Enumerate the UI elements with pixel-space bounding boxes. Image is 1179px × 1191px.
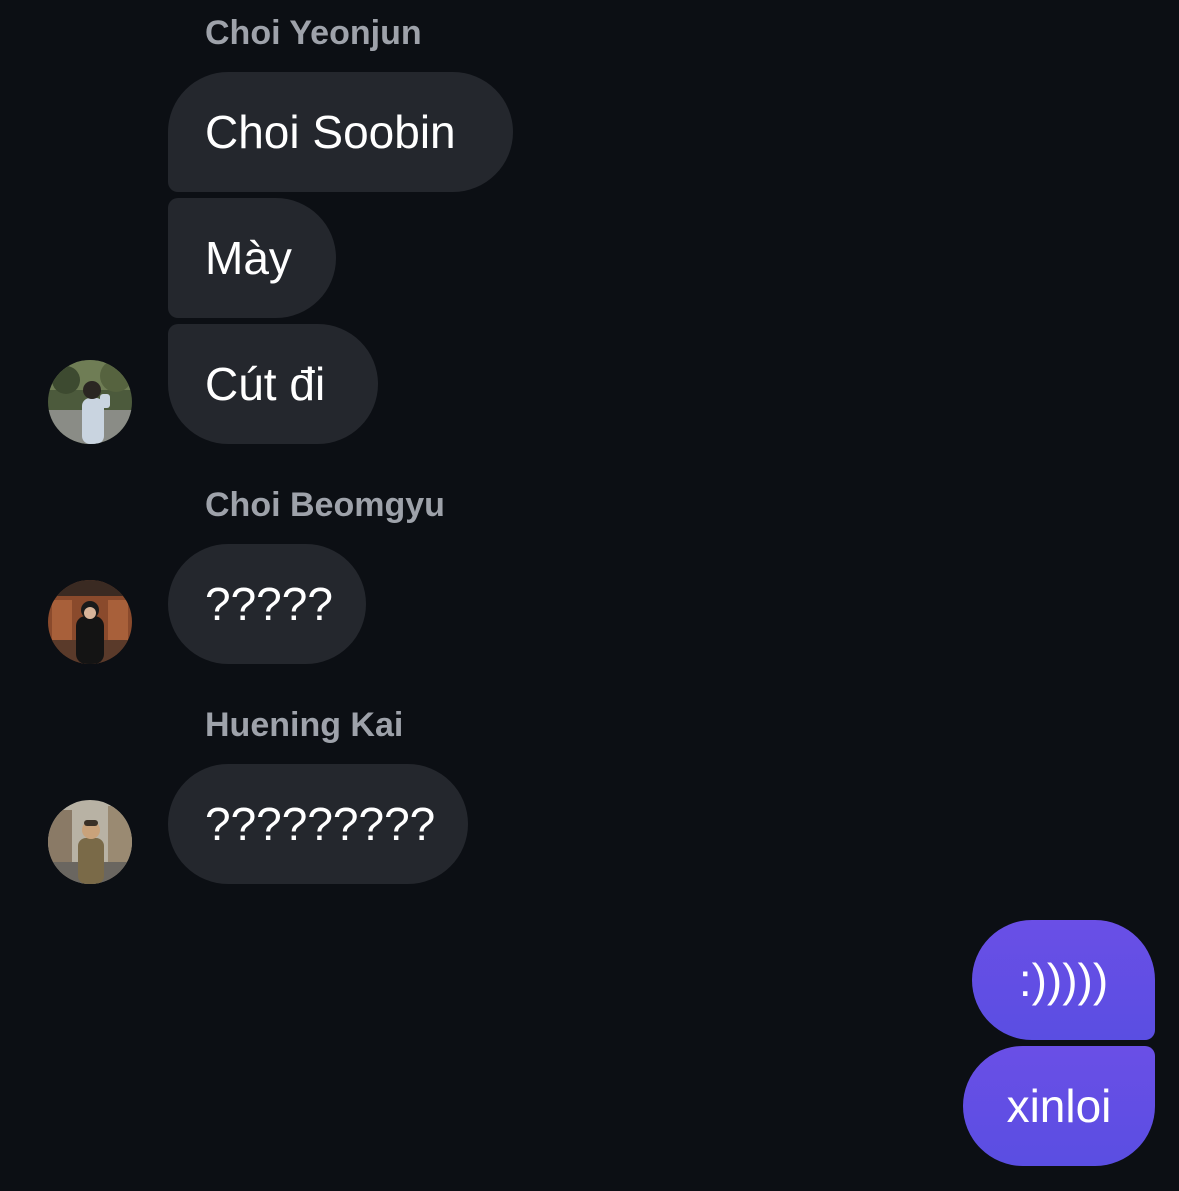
message-text: :))))) [1018, 954, 1109, 1006]
message-text: Choi Soobin [205, 106, 456, 158]
avatar-choi-yeonjun[interactable] [48, 360, 132, 444]
message-text: Mày [205, 232, 292, 284]
sender-name-huening-kai: Huening Kai [205, 706, 404, 744]
avatar-huening-kai[interactable] [48, 800, 132, 884]
message-bubble-incoming[interactable]: Cút đi [168, 324, 378, 444]
message-bubble-outgoing[interactable]: :))))) [972, 920, 1155, 1040]
message-bubble-incoming[interactable]: Choi Soobin [168, 72, 513, 192]
message-bubble-outgoing[interactable]: xinloi [963, 1046, 1155, 1166]
avatar-photo-icon [48, 360, 132, 444]
message-text: ????????? [205, 798, 436, 850]
message-bubble-incoming[interactable]: Mày [168, 198, 336, 318]
message-text: ????? [205, 578, 333, 630]
sender-name-choi-beomgyu: Choi Beomgyu [205, 486, 445, 524]
message-text: Cút đi [205, 358, 326, 410]
avatar-choi-beomgyu[interactable] [48, 580, 132, 664]
message-bubble-incoming[interactable]: ????? [168, 544, 366, 664]
avatar-photo-icon [48, 580, 132, 664]
message-text: xinloi [1006, 1080, 1112, 1132]
message-bubble-incoming[interactable]: ????????? [168, 764, 468, 884]
avatar-photo-icon [48, 800, 132, 884]
sender-name-choi-yeonjun: Choi Yeonjun [205, 14, 422, 52]
